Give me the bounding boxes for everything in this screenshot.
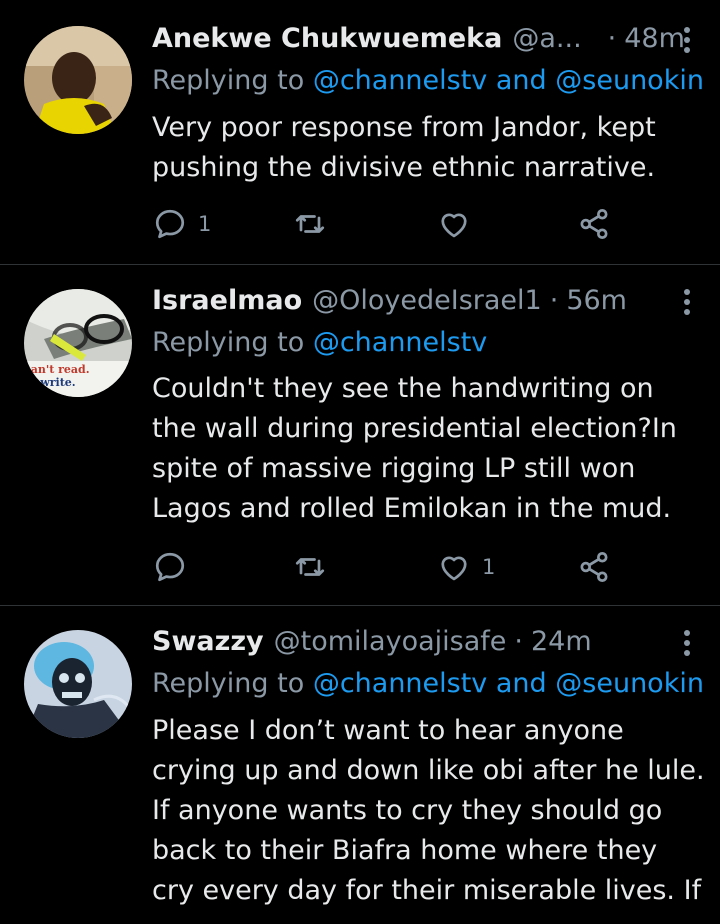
tweet-header: Swazzy @tomilayoajisafe · 24m xyxy=(152,624,706,660)
replying-to: Replying to @channelstv xyxy=(152,325,487,361)
timestamp[interactable]: 24m xyxy=(531,624,592,660)
like-icon xyxy=(436,206,472,242)
avatar[interactable]: can't read. 't write. xyxy=(24,289,132,397)
retweet-icon xyxy=(292,206,328,242)
tweet-text-line: the wall during presidential election?In xyxy=(152,413,677,444)
replying-label: Replying to xyxy=(152,327,305,358)
mention-link[interactable]: @channelstv xyxy=(313,668,487,699)
avatar-caption: can't read. 't write. xyxy=(24,363,90,389)
avatar-caption-line: can't read. xyxy=(24,363,90,376)
reply-icon xyxy=(152,206,188,242)
more-options-icon[interactable] xyxy=(682,27,692,57)
mention-link[interactable]: @seunokin xyxy=(555,65,704,96)
mention-link[interactable]: @channelstv xyxy=(313,65,487,96)
replying-label: Replying to xyxy=(152,65,305,96)
separator: · xyxy=(607,23,617,54)
avatar[interactable] xyxy=(24,26,132,134)
tweet-text-line: If anyone wants to cry they should go xyxy=(152,795,663,826)
reply-button[interactable] xyxy=(152,547,198,587)
replying-to: Replying to @channelstv and @seunokin xyxy=(152,666,704,702)
like-icon xyxy=(436,549,472,585)
tweet-text: Couldn't they see the handwriting on the… xyxy=(152,369,708,529)
tweet-1[interactable]: Anekwe Chukwuemeka @a... · 48m Replying … xyxy=(0,0,720,264)
author-name[interactable]: Anekwe Chukwuemeka xyxy=(152,21,502,57)
avatar-caption-line: 't write. xyxy=(28,376,76,389)
reply-count: 1 xyxy=(198,212,212,236)
author-handle[interactable]: @a... xyxy=(512,21,581,57)
tweet-text-line: spite of massive rigging LP still won xyxy=(152,453,636,484)
share-button[interactable] xyxy=(576,547,612,587)
more-options-icon[interactable] xyxy=(682,289,692,319)
tweet-3[interactable]: Swazzy @tomilayoajisafe · 24m Replying t… xyxy=(0,606,720,924)
tweet-text-line: cry every day for their miserable lives.… xyxy=(152,875,702,906)
more-options-icon[interactable] xyxy=(682,630,692,660)
tweet-text-line: crying up and down like obi after he lul… xyxy=(152,755,705,786)
author-name[interactable]: Israelmao xyxy=(152,283,302,319)
tweet-header: Israelmao @OloyedeIsrael1 · 56m xyxy=(152,283,706,319)
tweet-header: Anekwe Chukwuemeka @a... · 48m xyxy=(152,21,706,57)
tweet-text-line: Please I don’t want to hear anyone xyxy=(152,715,624,746)
reply-icon xyxy=(152,549,188,585)
tweet-text-line: Lagos and rolled Emilokan in the mud. xyxy=(152,493,672,524)
mention-conjunction: and xyxy=(495,65,547,96)
share-icon xyxy=(576,549,612,585)
like-button[interactable]: 1 xyxy=(436,547,495,587)
tweet-text-line: Couldn't they see the handwriting on xyxy=(152,373,654,404)
like-count: 1 xyxy=(482,555,496,579)
tweet-text-line: back to their Biafra home where they xyxy=(152,835,658,866)
mention-conjunction: and xyxy=(495,668,547,699)
retweet-icon xyxy=(292,549,328,585)
tweet-text-line: pushing the divisive ethnic narrative. xyxy=(152,152,656,183)
like-button[interactable] xyxy=(436,204,482,244)
separator: · xyxy=(549,285,559,316)
avatar[interactable] xyxy=(24,630,132,738)
replying-label: Replying to xyxy=(152,668,305,699)
tweet-actions: 1 xyxy=(152,547,672,587)
tweet-text-line: Very poor response from Jandor, kept xyxy=(152,112,656,143)
reply-button[interactable]: 1 xyxy=(152,204,211,244)
retweet-button[interactable] xyxy=(292,204,338,244)
mention-link[interactable]: @channelstv xyxy=(313,327,487,358)
timestamp[interactable]: 56m xyxy=(566,283,627,319)
tweet-text: Very poor response from Jandor, kept pus… xyxy=(152,108,708,188)
author-handle[interactable]: @OloyedeIsrael1 xyxy=(312,283,542,319)
share-button[interactable] xyxy=(576,204,612,244)
separator: · xyxy=(514,626,523,657)
timestamp[interactable]: 48m xyxy=(624,21,685,57)
tweet-2[interactable]: can't read. 't write. Israelmao @Oloyede… xyxy=(0,265,720,605)
mention-link[interactable]: @seunokin xyxy=(555,668,704,699)
replying-to: Replying to @channelstv and @seunokin xyxy=(152,63,704,99)
tweet-actions: 1 xyxy=(152,204,672,244)
retweet-button[interactable] xyxy=(292,547,338,587)
author-handle[interactable]: @tomilayoajisafe xyxy=(274,624,507,660)
tweet-text: Please I don’t want to hear anyone cryin… xyxy=(152,711,708,911)
author-name[interactable]: Swazzy xyxy=(152,624,264,660)
share-icon xyxy=(576,206,612,242)
